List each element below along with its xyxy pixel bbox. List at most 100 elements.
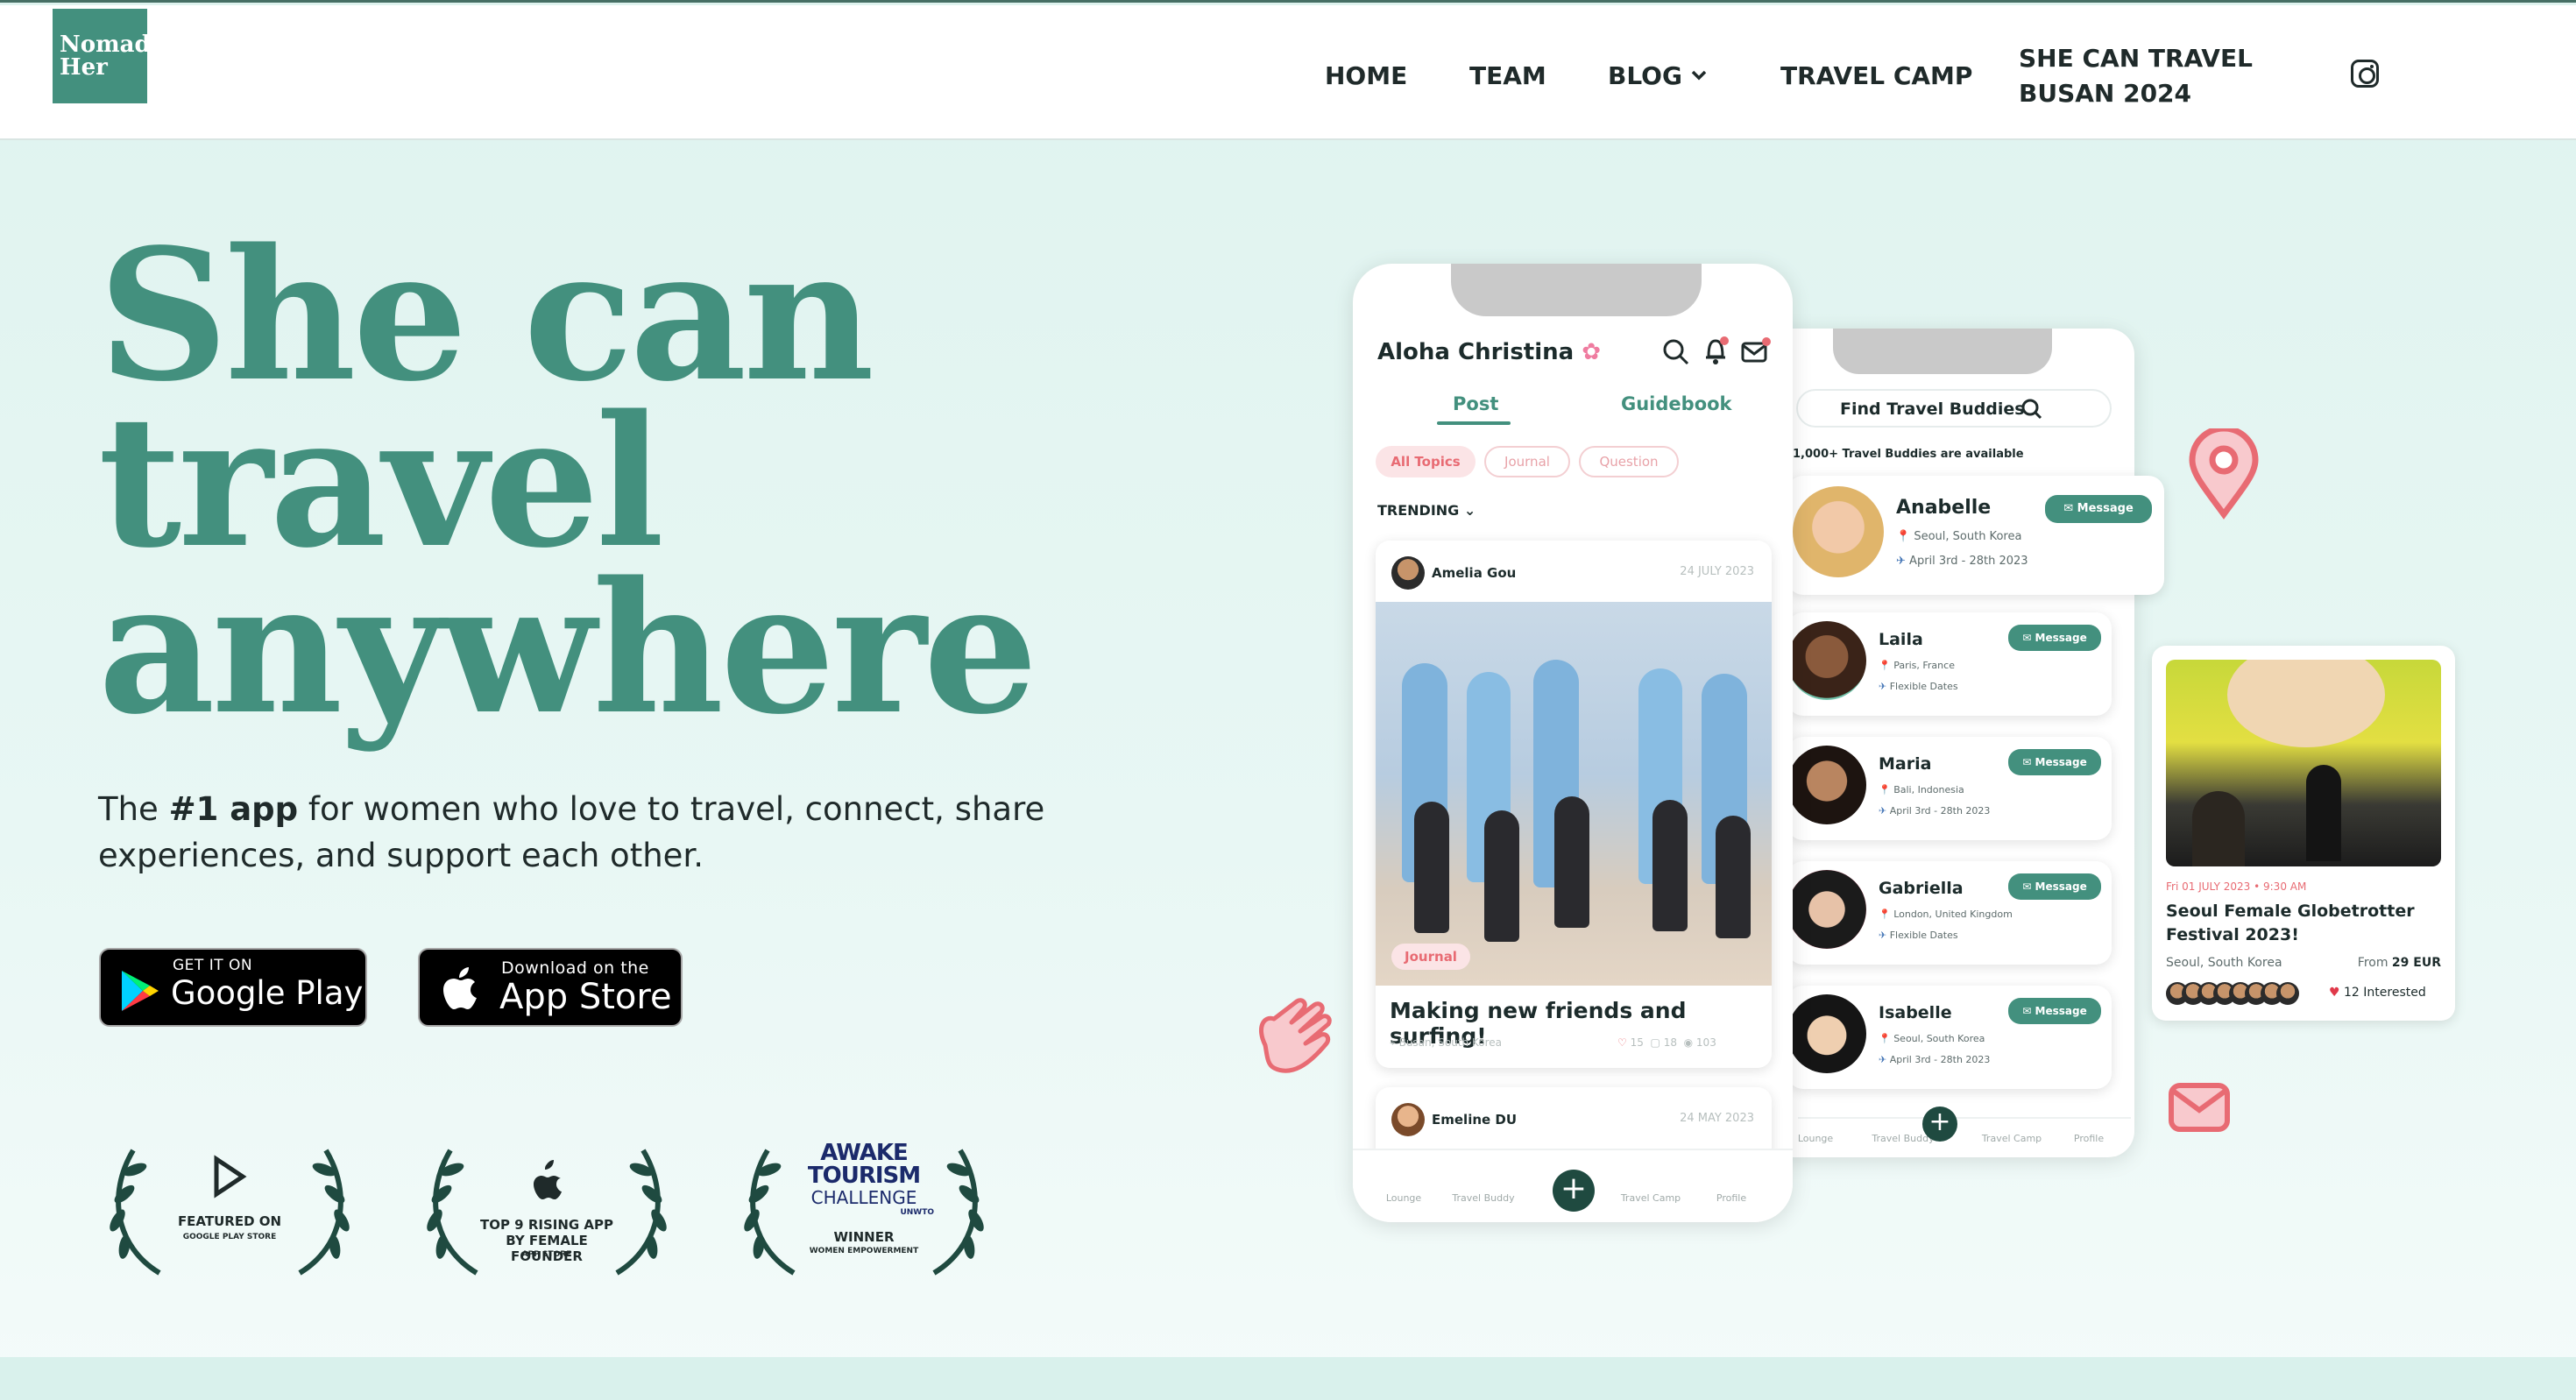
hero-subtitle: The #1 app for women who love to travel,… [98, 786, 1228, 879]
post-card[interactable]: Emeline DU 24 MAY 2023 [1376, 1087, 1772, 1157]
buddy-location: 📍 Bali, Indonesia [1879, 784, 1964, 795]
p2-tab-travel-camp[interactable]: Travel Camp [1977, 1133, 2047, 1144]
plane-icon: ✈ [1879, 805, 1887, 817]
surfer [1484, 810, 1519, 942]
landing-page: Nomad Her HOME TEAM BLOG TRAVEL CAMP SHE… [0, 0, 2576, 1400]
app-store-button[interactable]: Download on the App Store [418, 948, 683, 1027]
buddy-dates: ✈ April 3rd - 28th 2023 [1896, 555, 2028, 568]
find-buddies-search[interactable]: Find Travel Buddies [1796, 389, 2112, 428]
message-label: Message [2035, 1005, 2087, 1017]
comment-icon[interactable]: ▢ [1651, 1036, 1660, 1049]
nav-travel-camp[interactable]: TRAVEL CAMP [1780, 61, 1972, 90]
post-location: ⌖ Busan, South Korea [1390, 1036, 1502, 1050]
buddy-dates-text: Flexible Dates [1889, 930, 1958, 941]
screen-face [2227, 660, 2385, 747]
plane-icon: ✈ [1879, 930, 1887, 941]
plane-icon: ✈ [1879, 1054, 1887, 1065]
tab-post[interactable]: Post [1453, 393, 1498, 414]
buddies-available: 1,000+ Travel Buddies are available [1793, 448, 2024, 461]
heart-icon[interactable]: ♡ [1617, 1036, 1627, 1049]
event-price: From 29 EUR [2358, 956, 2441, 970]
buddy-location: 📍 Seoul, South Korea [1879, 1033, 1985, 1044]
subtitle-bold: #1 app [168, 790, 299, 828]
post-likes: 15 [1630, 1036, 1644, 1049]
google-play-button[interactable]: GET IT ON Google Play [99, 948, 367, 1027]
post-views: 103 [1695, 1036, 1716, 1049]
post-author: Emeline DU [1432, 1112, 1518, 1128]
message-button[interactable]: ✉ Message [2008, 998, 2101, 1024]
clapping-hands-icon [1259, 998, 1332, 1073]
mail-icon[interactable] [1740, 336, 1772, 365]
award2-line2: BY FEMALE FOUNDER [506, 1233, 588, 1264]
award1-line1: FEATURED ON [177, 1213, 282, 1229]
buddy-dates: ✈ April 3rd - 28th 2023 [1879, 1054, 1990, 1065]
search-icon[interactable] [2020, 398, 2043, 421]
tab-profile[interactable]: Profile [1705, 1192, 1758, 1204]
buddy-dates-text: Flexible Dates [1889, 681, 1958, 692]
tab-post-underline [1437, 421, 1511, 425]
nav-she-can-travel[interactable]: SHE CAN TRAVEL [2019, 44, 2253, 73]
message-button[interactable]: ✉ Message [2045, 495, 2152, 523]
event-title[interactable]: Seoul Female Globetrotter Festival 2023! [2166, 900, 2443, 947]
avatar [1787, 621, 1866, 700]
filter-journal[interactable]: Journal [1484, 446, 1570, 477]
buddy-card[interactable]: Maria 📍 Bali, Indonesia ✈ April 3rd - 28… [1787, 737, 2112, 840]
tab-guidebook[interactable]: Guidebook [1621, 393, 1732, 414]
trending-dropdown[interactable]: TRENDING ⌄ [1377, 502, 1476, 519]
buddy-location: 📍 London, United Kingdom [1879, 909, 2013, 920]
filter-all-topics[interactable]: All Topics [1376, 446, 1476, 477]
nav-blog-label: BLOG [1608, 61, 1682, 90]
hero-title-line2: travel [98, 376, 664, 588]
tab-travel-camp[interactable]: Travel Camp [1616, 1192, 1686, 1204]
buddy-dates-text: April 3rd - 28th 2023 [1889, 1054, 1991, 1065]
post-tag-journal[interactable]: Journal [1391, 944, 1470, 970]
speaker [2306, 765, 2341, 861]
p2-tab-profile[interactable]: Profile [2063, 1133, 2115, 1144]
apple-small-text: Download on the [501, 958, 649, 978]
post-card[interactable]: Amelia Gou 24 JULY 2023 Journal Making n… [1376, 541, 1772, 1068]
apple-big-text: App Store [499, 977, 672, 1017]
avatar [1787, 870, 1866, 949]
message-label: Message [2035, 632, 2087, 644]
filter-question[interactable]: Question [1579, 446, 1679, 477]
award3-line2: WOMEN EMPOWERMENT [809, 1247, 919, 1255]
awake-brand3: CHALLENGE [810, 1187, 917, 1208]
buddy-card[interactable]: Laila 📍 Paris, France ✈ Flexible Dates ✉… [1787, 612, 2112, 716]
buddy-location: 📍 Paris, France [1879, 660, 1955, 671]
nav-blog[interactable]: BLOG [1608, 61, 1682, 90]
add-post-button[interactable]: + [1553, 1170, 1595, 1212]
logo[interactable]: Nomad Her [53, 9, 151, 103]
add-button[interactable]: + [1922, 1107, 1957, 1142]
tab-travel-buddy[interactable]: Travel Buddy [1444, 1192, 1523, 1204]
search-icon[interactable] [1661, 337, 1691, 367]
nav-team[interactable]: TEAM [1469, 61, 1546, 90]
plane-icon: ✈ [1896, 555, 1906, 568]
buddy-location-text: Seoul, South Korea [1914, 530, 2022, 543]
nav-busan-2024[interactable]: BUSAN 2024 [2019, 79, 2191, 108]
tab-lounge[interactable]: Lounge [1377, 1192, 1430, 1204]
buddy-dates-text: April 3rd - 28th 2023 [1909, 555, 2028, 568]
mail-icon [2169, 1083, 2230, 1132]
nav-home[interactable]: HOME [1325, 61, 1407, 90]
plane-icon: ✈ [1879, 681, 1887, 692]
buddy-name: Anabelle [1896, 497, 1992, 519]
message-button[interactable]: ✉ Message [2008, 749, 2101, 775]
event-interested-text: 12 Interested [2344, 986, 2426, 1000]
buddy-dates: ✈ Flexible Dates [1879, 930, 1958, 941]
post-date: 24 MAY 2023 [1680, 1112, 1754, 1125]
eye-icon: ◉ [1683, 1036, 1694, 1049]
post-date: 24 JULY 2023 [1680, 565, 1754, 578]
event-card[interactable]: Fri 01 JULY 2023 • 9:30 AM Seoul Female … [2152, 646, 2455, 1021]
buddy-name: Maria [1879, 754, 1932, 774]
message-button[interactable]: ✉ Message [2008, 625, 2101, 651]
instagram-icon[interactable] [2351, 60, 2379, 88]
pin-icon: 📍 [1879, 660, 1891, 671]
p2-tab-lounge[interactable]: Lounge [1789, 1133, 1842, 1144]
chevron-down-icon[interactable] [1691, 70, 1707, 81]
buddy-card[interactable]: Isabelle 📍 Seoul, South Korea ✈ April 3r… [1787, 986, 2112, 1089]
buddy-card[interactable]: Gabriella 📍 London, United Kingdom ✈ Fle… [1787, 861, 2112, 965]
buddy-card[interactable]: Anabelle 📍 Seoul, South Korea ✈ April 3r… [1787, 476, 2164, 595]
bell-icon[interactable] [1702, 336, 1731, 367]
event-price-value: 29 EUR [2391, 956, 2441, 970]
message-button[interactable]: ✉ Message [2008, 873, 2101, 900]
